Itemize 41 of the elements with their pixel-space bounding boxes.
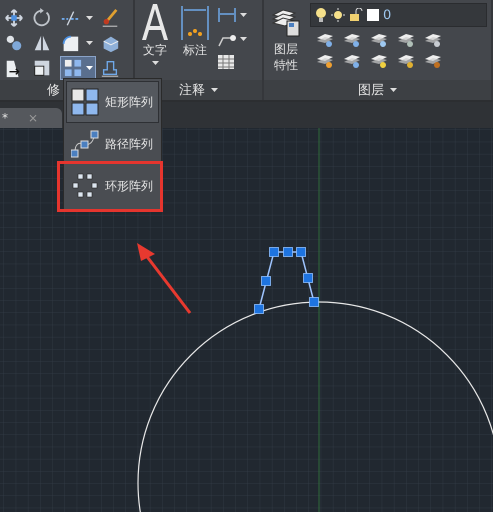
array-button[interactable] [60,56,96,80]
document-tab[interactable]: * × [0,108,62,128]
panel-title[interactable]: 图层 [358,81,384,99]
caret-icon[interactable] [240,13,247,17]
unlock-icon [349,8,363,22]
menu-item[interactable]: 环形阵列 [66,165,159,207]
linear-dimension-icon[interactable] [217,6,237,24]
layer-properties-button[interactable]: 图层 特性 [268,3,304,80]
rotate-icon[interactable] [32,8,52,28]
brush-icon[interactable] [100,8,120,28]
layer-dropdown[interactable]: 0 [310,3,487,27]
caret-icon[interactable] [240,37,247,41]
caret-icon[interactable] [211,88,218,92]
layer-properties-icon [271,7,301,37]
pointer-arrow [137,243,192,314]
table-icon[interactable] [217,54,235,70]
caret-icon[interactable] [152,61,158,65]
menu-item[interactable]: 矩形阵列 [66,81,159,123]
fillet-icon[interactable] [60,32,80,52]
menu-item[interactable]: 路径阵列 [66,123,159,165]
bulb-icon [315,7,327,23]
move-icon[interactable] [4,8,24,28]
sun-icon [331,8,345,22]
rectangular-array-icon [71,88,99,116]
scale-icon[interactable] [32,58,52,78]
dimension-icon [180,4,210,40]
letter-a-icon [140,4,170,40]
caret-icon [86,66,93,70]
color-swatch-icon [367,9,379,21]
caret-icon[interactable] [86,16,93,20]
caret-icon[interactable] [390,88,397,92]
panel-title[interactable]: 修 [47,81,60,99]
copy-icon[interactable] [4,32,24,52]
selected-polyline[interactable] [254,247,319,314]
text-button[interactable]: 文字 [137,4,173,80]
array-icon [63,58,83,78]
caret-icon[interactable] [86,40,93,44]
path-array-icon [71,130,99,158]
panel-title[interactable]: 注释 [179,81,205,99]
dimension-button[interactable]: 标注 [177,4,213,80]
polar-array-icon [71,172,99,200]
